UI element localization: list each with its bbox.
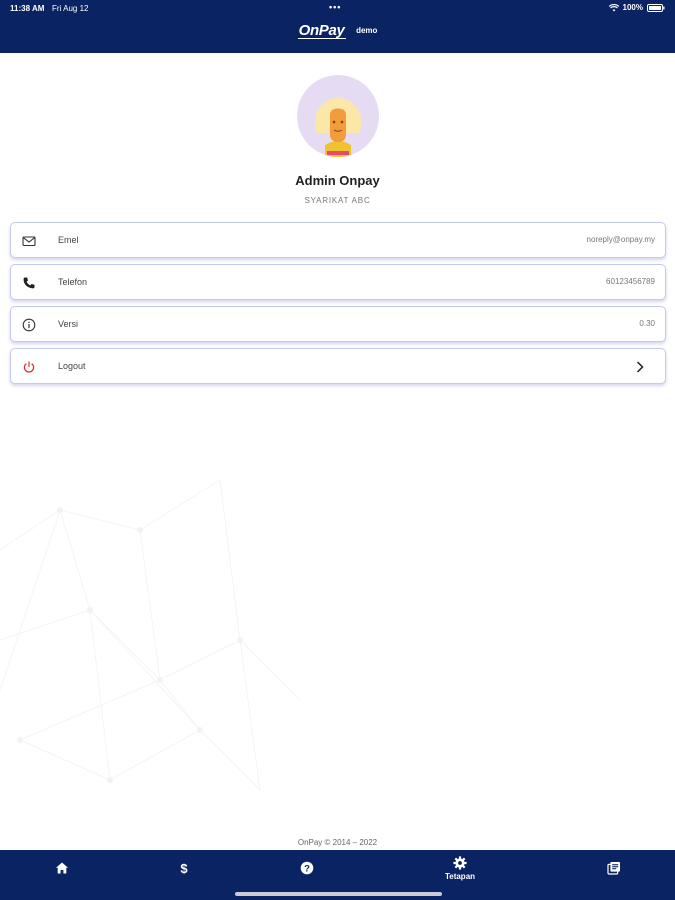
power-icon (22, 360, 36, 374)
brand: OnPay demo (0, 22, 675, 40)
profile-name: Admin Onpay (295, 173, 380, 188)
status-bar: 11:38 AM Fri Aug 12 ••• 100% (0, 0, 675, 17)
onpay-logo: OnPay (297, 22, 346, 39)
email-row[interactable]: Emel noreply@onpay.my (10, 222, 666, 258)
email-value: noreply@onpay.my (586, 235, 655, 244)
info-icon (22, 318, 36, 332)
nav-home[interactable] (22, 850, 102, 894)
nav-settings-label: Tetapan (444, 872, 476, 881)
background-network-pattern (0, 479, 301, 791)
version-label: Versi (58, 319, 79, 329)
svg-text:?: ? (304, 863, 310, 874)
battery-percent: 100% (622, 3, 643, 12)
logout-label: Logout (58, 361, 86, 371)
phone-value: 60123456789 (606, 277, 655, 286)
home-icon (22, 861, 102, 875)
status-date: Fri Aug 12 (52, 4, 89, 13)
version-value: 0.30 (639, 319, 655, 328)
library-icon (574, 861, 654, 875)
phone-icon (22, 276, 36, 290)
nav-payments[interactable]: $ (144, 850, 224, 894)
wifi-icon (608, 3, 619, 12)
mail-icon (22, 234, 36, 248)
profile-company: SYARIKAT ABC (304, 196, 371, 205)
nav-settings[interactable]: Tetapan (420, 850, 500, 894)
status-time: 11:38 AM (10, 4, 45, 13)
help-icon: ? (267, 861, 347, 875)
avatar (297, 75, 379, 157)
multitasking-dots[interactable]: ••• (329, 2, 341, 12)
gear-icon (420, 856, 500, 870)
version-row[interactable]: Versi 0.30 (10, 306, 666, 342)
nav-help[interactable]: ? (267, 850, 347, 894)
svg-text:$: $ (180, 861, 188, 875)
copyright-text: OnPay © 2014 – 2022 (297, 838, 378, 847)
email-label: Emel (58, 235, 79, 245)
chevron-right-icon (635, 360, 645, 374)
battery-icon (647, 3, 665, 12)
logout-row[interactable]: Logout (10, 348, 666, 384)
app-header: 11:38 AM Fri Aug 12 ••• 100% OnPay demo (0, 0, 675, 53)
phone-row[interactable]: Telefon 60123456789 (10, 264, 666, 300)
home-indicator (235, 892, 442, 896)
status-indicators: 100% (608, 3, 665, 12)
nav-library[interactable] (574, 850, 654, 894)
info-list: Emel noreply@onpay.my Telefon 6012345678… (10, 222, 666, 390)
environment-tag: demo (356, 26, 378, 35)
dollar-icon: $ (144, 861, 224, 875)
phone-label: Telefon (58, 277, 88, 287)
